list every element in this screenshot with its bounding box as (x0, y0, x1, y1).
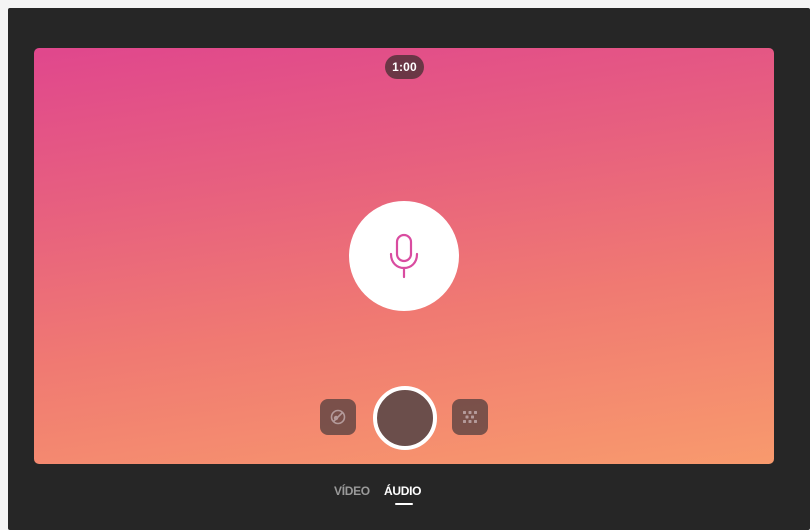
filters-button[interactable] (452, 399, 488, 435)
microphone-badge (349, 201, 459, 311)
recorder-frame: 1:00 VÍDEO ÁUDIO (8, 8, 810, 530)
grid-effects-icon (463, 411, 477, 423)
tab-audio[interactable]: ÁUDIO (384, 484, 421, 498)
circle-slash-icon (330, 409, 346, 425)
audio-preview-stage: 1:00 (34, 48, 774, 464)
effects-toggle-button[interactable] (320, 399, 356, 435)
active-tab-indicator (395, 503, 413, 505)
tab-video[interactable]: VÍDEO (334, 484, 370, 498)
microphone-icon (389, 233, 419, 279)
duration-timer: 1:00 (385, 55, 424, 79)
mode-tabs: VÍDEO ÁUDIO (8, 484, 810, 514)
record-button[interactable] (373, 386, 437, 450)
